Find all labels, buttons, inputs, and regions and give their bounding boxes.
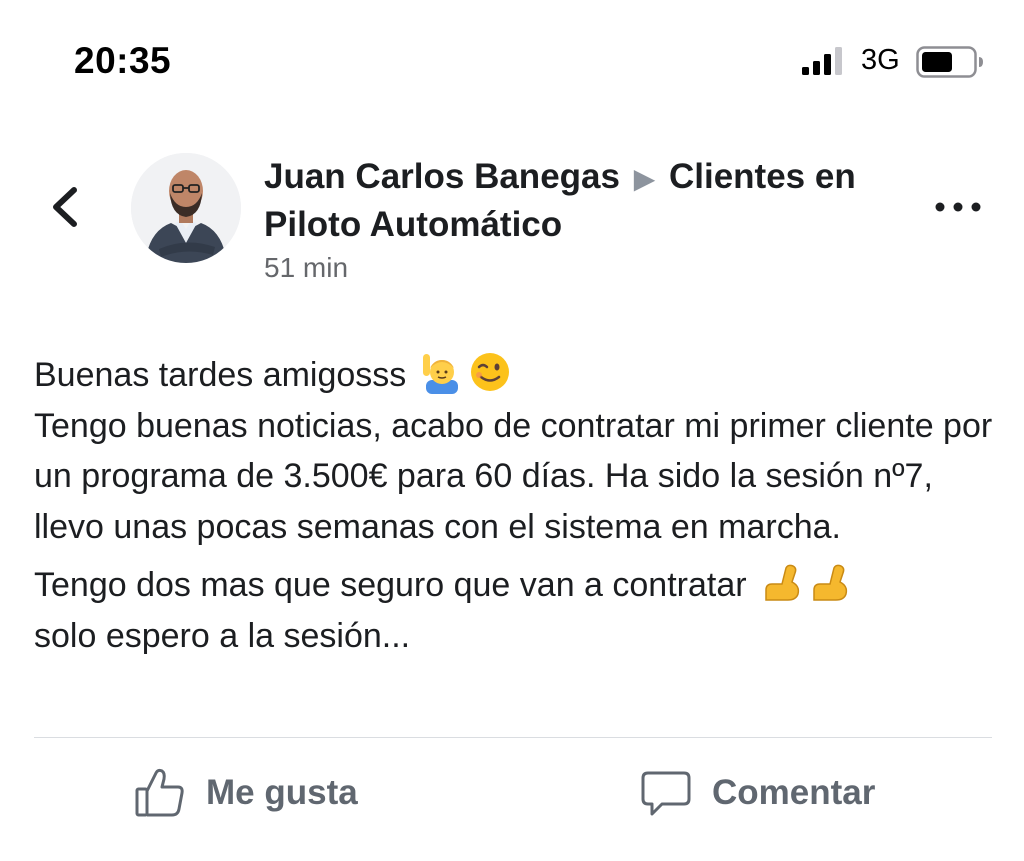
like-button[interactable]: Me gusta: [134, 762, 358, 824]
comment-button[interactable]: Comentar: [640, 762, 875, 824]
post-divider: [34, 737, 992, 738]
winking-face-emoji-icon: [470, 353, 509, 391]
raising-hand-emoji-icon: [422, 354, 458, 394]
flexed-biceps-emoji-icon: [813, 564, 848, 601]
more-options-icon[interactable]: [932, 192, 984, 222]
status-bar: 20:35 3G: [0, 0, 1024, 110]
author-avatar[interactable]: [131, 153, 241, 263]
like-label: Me gusta: [206, 773, 358, 812]
post-news-text: Tengo buenas noticias, acabo de contrata…: [34, 406, 993, 546]
comment-label: Comentar: [712, 773, 876, 812]
status-time: 20:35: [74, 40, 172, 81]
post-expectation-text: Tengo dos mas que seguro que van a contr…: [34, 566, 747, 604]
flexed-biceps-emoji-icon: [765, 564, 800, 601]
battery-icon: [916, 46, 983, 78]
post-paragraph-2: Tengo dos mas que seguro que van a contr…: [34, 560, 1004, 661]
thumbs-up-icon: [135, 768, 184, 817]
post-timestamp[interactable]: 51 min: [264, 252, 348, 284]
author-name-link[interactable]: Juan Carlos Banegas: [264, 157, 620, 196]
avatar-photo: [131, 153, 241, 263]
post-paragraph-1: Buenas tardes amigosss Tengo buenas noti…: [34, 350, 1004, 552]
comment-bubble-icon: [641, 771, 691, 816]
group-separator-icon: ▶: [633, 163, 656, 194]
post-author-line: Juan Carlos Banegas ▶ Clientes en Piloto…: [264, 154, 904, 248]
post-closing-text: solo espero a la sesión...: [34, 616, 411, 655]
post-greeting: Buenas tardes amigosss: [34, 356, 407, 394]
post-text: Buenas tardes amigosss Tengo buenas noti…: [34, 350, 1004, 661]
signal-icon: [802, 47, 842, 75]
network-type: 3G: [861, 44, 900, 76]
back-chevron-icon[interactable]: [44, 182, 88, 232]
